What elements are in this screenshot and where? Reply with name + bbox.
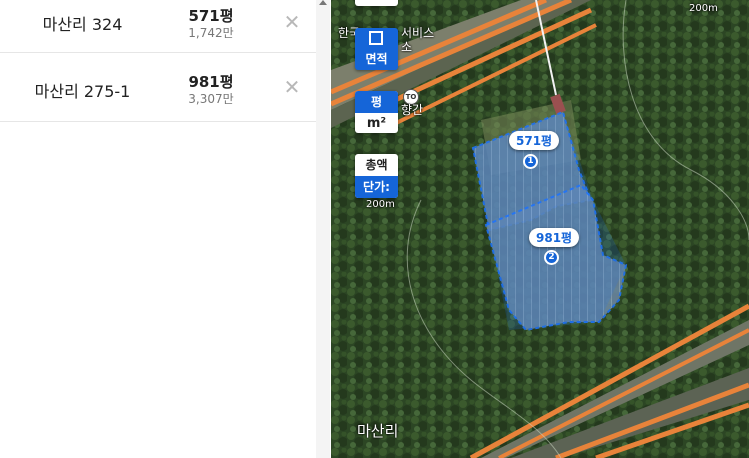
parcel-area-label[interactable]: 981평 xyxy=(529,228,580,247)
scale-label-left: 200m xyxy=(366,199,395,210)
unit-price-button[interactable]: 단가: xyxy=(355,176,398,198)
scrollbar[interactable] xyxy=(316,0,330,458)
parcel-price: 3,307만 xyxy=(188,92,234,106)
satellite-map[interactable]: 한국 서비스 소 면적 평 m² TO 향간 총액 단가: 200m 200m … xyxy=(331,0,749,458)
parcel-number-badge: 2 xyxy=(544,250,559,265)
poi-label-line3: 소 xyxy=(401,40,413,54)
parcel-area: 571평 xyxy=(188,7,234,25)
scroll-up-arrow-icon[interactable] xyxy=(319,0,327,5)
price-mode-toggle[interactable]: 총액 단가: xyxy=(355,154,398,198)
total-price-button[interactable]: 총액 xyxy=(355,154,398,176)
parcel-price: 1,742만 xyxy=(188,26,234,40)
list-item[interactable]: 마산리 324 571평 1,742만 ✕ xyxy=(0,0,316,53)
map-control-partial[interactable] xyxy=(355,0,398,6)
area-tool-button[interactable]: 면적 xyxy=(355,28,398,70)
remove-parcel-close-icon[interactable]: ✕ xyxy=(281,11,303,33)
parcel-number-badge: 1 xyxy=(523,154,538,169)
parcel-list-panel: 마산리 324 571평 1,742만 ✕ 마산리 275-1 981평 3,3… xyxy=(0,0,316,458)
area-tool-label: 면적 xyxy=(365,52,388,66)
parcel-area: 981평 xyxy=(188,73,234,91)
unit-m2-button[interactable]: m² xyxy=(355,113,398,133)
area-measure-icon xyxy=(369,31,383,45)
village-label: 마산리 xyxy=(357,422,399,440)
parcel-area-label[interactable]: 571평 xyxy=(509,131,560,150)
unit-toggle[interactable]: 평 m² xyxy=(355,91,398,133)
parcel-name: 마산리 275-1 xyxy=(34,82,131,101)
parcel-name: 마산리 324 xyxy=(42,15,123,34)
remove-parcel-close-icon[interactable]: ✕ xyxy=(281,76,303,98)
unit-pyeong-button[interactable]: 평 xyxy=(355,91,398,113)
scale-label-top: 200m xyxy=(689,3,718,14)
list-item[interactable]: 마산리 275-1 981평 3,307만 ✕ xyxy=(0,57,316,122)
rest-area-label: 향간 xyxy=(401,103,424,117)
